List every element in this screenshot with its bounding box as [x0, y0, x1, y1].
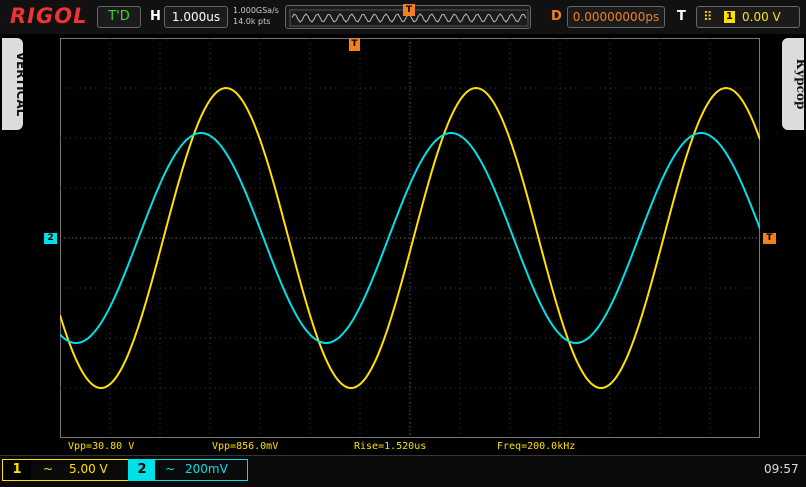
ch1-scale: 5.00 V: [69, 462, 108, 476]
ch1-settings[interactable]: 1 ~ 5.00 V: [2, 459, 132, 481]
ch2-scale: 200mV: [185, 462, 228, 476]
waveform-display[interactable]: [59, 38, 761, 438]
trigger-time-marker: T: [349, 38, 360, 51]
delay-value[interactable]: 0.00000000ps: [567, 6, 665, 28]
trigger-level-marker[interactable]: T: [763, 233, 776, 244]
ch2-coupling-icon: ~: [165, 462, 176, 476]
top-status-bar: RIGOL T'D H 1.000us 1.000GSa/s 14.0k pts…: [0, 0, 806, 34]
cursor-menu-tab[interactable]: Курсор: [782, 38, 806, 130]
trigger-settings[interactable]: ⠿ 1 0.00 V: [696, 6, 800, 28]
memory-depth: 14.0k pts: [233, 17, 271, 26]
run-status-badge[interactable]: T'D: [97, 6, 141, 28]
ch2-settings[interactable]: 2 ~ 200mV: [128, 459, 248, 481]
vertical-menu-tab[interactable]: VERTICAL: [2, 38, 28, 130]
sample-rate: 1.000GSa/s: [233, 6, 279, 15]
trigger-level-value: 0.00 V: [742, 10, 781, 24]
brand-logo: RIGOL: [10, 4, 88, 28]
trigger-label: T: [677, 9, 686, 24]
measurement-rise: Rise=1.520us: [354, 441, 427, 452]
delay-label: D: [551, 9, 562, 24]
ch1-coupling-icon: ~: [43, 462, 54, 476]
measurement-vpp-ch2: Vpp=856.0mV: [212, 441, 279, 452]
trigger-position-marker: T: [403, 4, 415, 16]
timebase-label: H: [150, 9, 161, 24]
acquisition-info: 1.000GSa/s 14.0k pts: [233, 5, 279, 27]
ch2-ground-marker[interactable]: 2: [44, 233, 57, 244]
ch1-number: 1: [3, 460, 31, 480]
clock: 09:57: [764, 462, 799, 476]
waveform-grid: [59, 38, 761, 438]
svg-text:Курсор: Курсор: [794, 59, 804, 110]
svg-text:VERTICAL: VERTICAL: [14, 52, 23, 117]
timebase-value[interactable]: 1.000us: [164, 6, 228, 28]
cursor-tab-label: Курсор: [794, 59, 806, 110]
rising-edge-icon: ⠿: [703, 10, 713, 25]
trigger-source-badge: 1: [724, 11, 735, 23]
ch2-number: 2: [129, 460, 155, 480]
vertical-tab-label: VERTICAL: [14, 52, 28, 117]
measurement-freq: Freq=200.0kHz: [497, 441, 576, 452]
measurement-vpp-ch1: Vpp=30.80 V: [68, 441, 135, 452]
